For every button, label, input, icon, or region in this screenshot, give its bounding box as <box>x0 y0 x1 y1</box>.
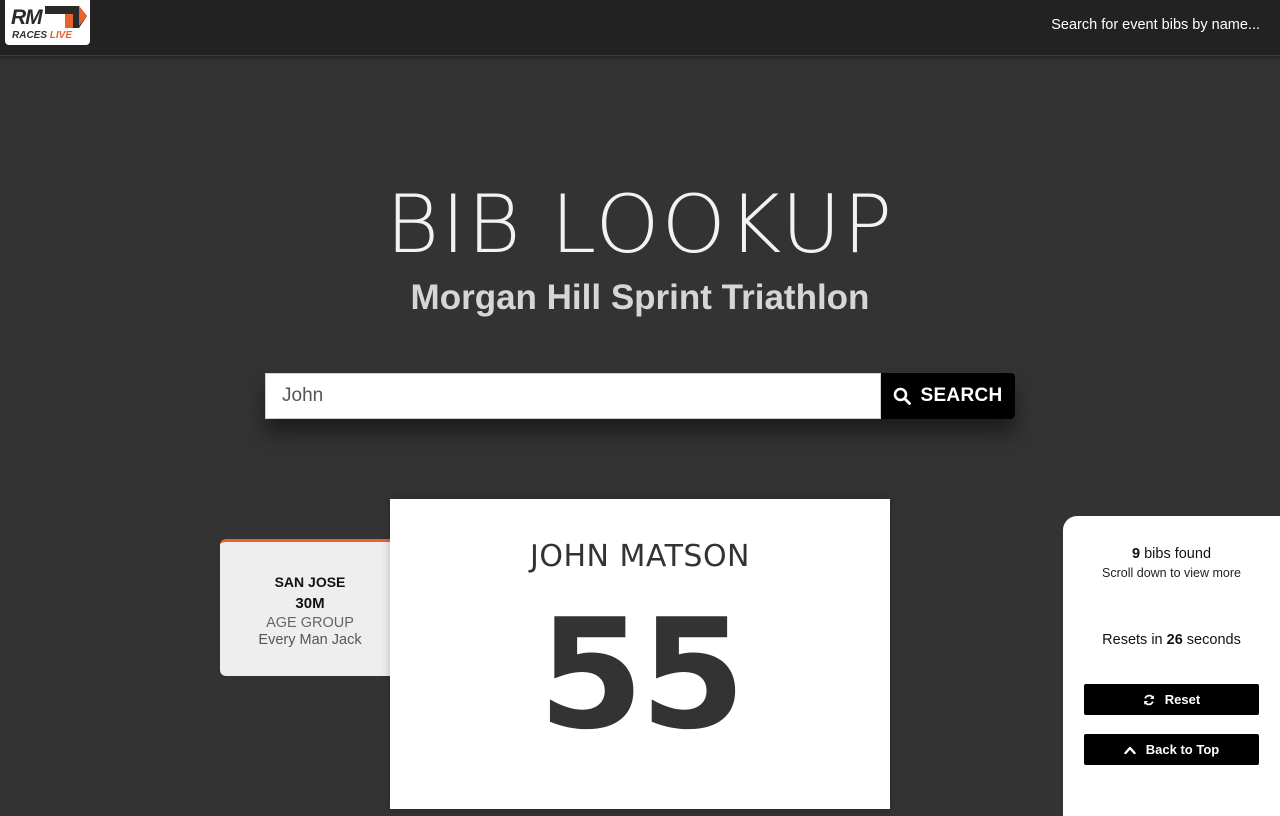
back-to-top-button[interactable]: Back to Top <box>1084 734 1259 765</box>
back-to-top-label: Back to Top <box>1145 742 1220 757</box>
runner-info-card: SAN JOSE 30M AGE GROUP Every Man Jack <box>220 539 396 676</box>
results-panel: 9 bibs found Scroll down to view more Re… <box>1063 516 1280 816</box>
bibs-found-text: bibs found <box>1140 546 1212 562</box>
search-input[interactable] <box>265 373 881 419</box>
reset-button[interactable]: Reset <box>1084 684 1259 715</box>
runner-name: JOHN MATSON <box>530 539 750 574</box>
runner-age-group: 30M <box>295 595 325 612</box>
bib-number: 55 <box>538 586 746 763</box>
logo-text: RM <box>11 6 43 29</box>
event-name: Morgan Hill Sprint Triathlon <box>410 278 870 317</box>
races-live-logo[interactable]: RM RACES LIVE <box>5 0 90 45</box>
search-button-label: SEARCH <box>920 385 1003 406</box>
resets-seconds: 26 <box>1166 632 1183 648</box>
bib-result-card: JOHN MATSON 55 <box>390 499 890 809</box>
chevron-up-icon <box>1124 745 1136 755</box>
top-navbar: RM RACES LIVE Search for event bibs by n… <box>0 0 1280 56</box>
search-icon <box>893 387 912 405</box>
logo-races-text: RACES <box>12 30 48 41</box>
bibs-found-count: 9 <box>1131 546 1141 562</box>
refresh-icon <box>1143 694 1155 706</box>
page-title: BIB LOOKUP <box>385 178 895 271</box>
resets-prefix: Resets in <box>1102 632 1167 648</box>
resets-suffix: seconds <box>1182 632 1241 648</box>
scroll-hint: Scroll down to view more <box>1102 566 1241 580</box>
age-group-label: AGE GROUP <box>266 615 354 631</box>
search-bibs-link[interactable]: Search for event bibs by name... <box>1051 17 1260 33</box>
runner-city: SAN JOSE <box>274 574 346 590</box>
search-button[interactable]: SEARCH <box>881 373 1015 419</box>
runner-team: Every Man Jack <box>258 632 362 648</box>
logo-subtext: RACES LIVE <box>12 30 72 41</box>
reset-button-label: Reset <box>1164 692 1201 707</box>
logo-live-text: LIVE <box>49 30 73 41</box>
search-bar: SEARCH <box>265 373 1015 419</box>
reset-countdown: Resets in 26 seconds <box>1063 632 1280 648</box>
bibs-found: 9 bibs found <box>1063 546 1280 562</box>
